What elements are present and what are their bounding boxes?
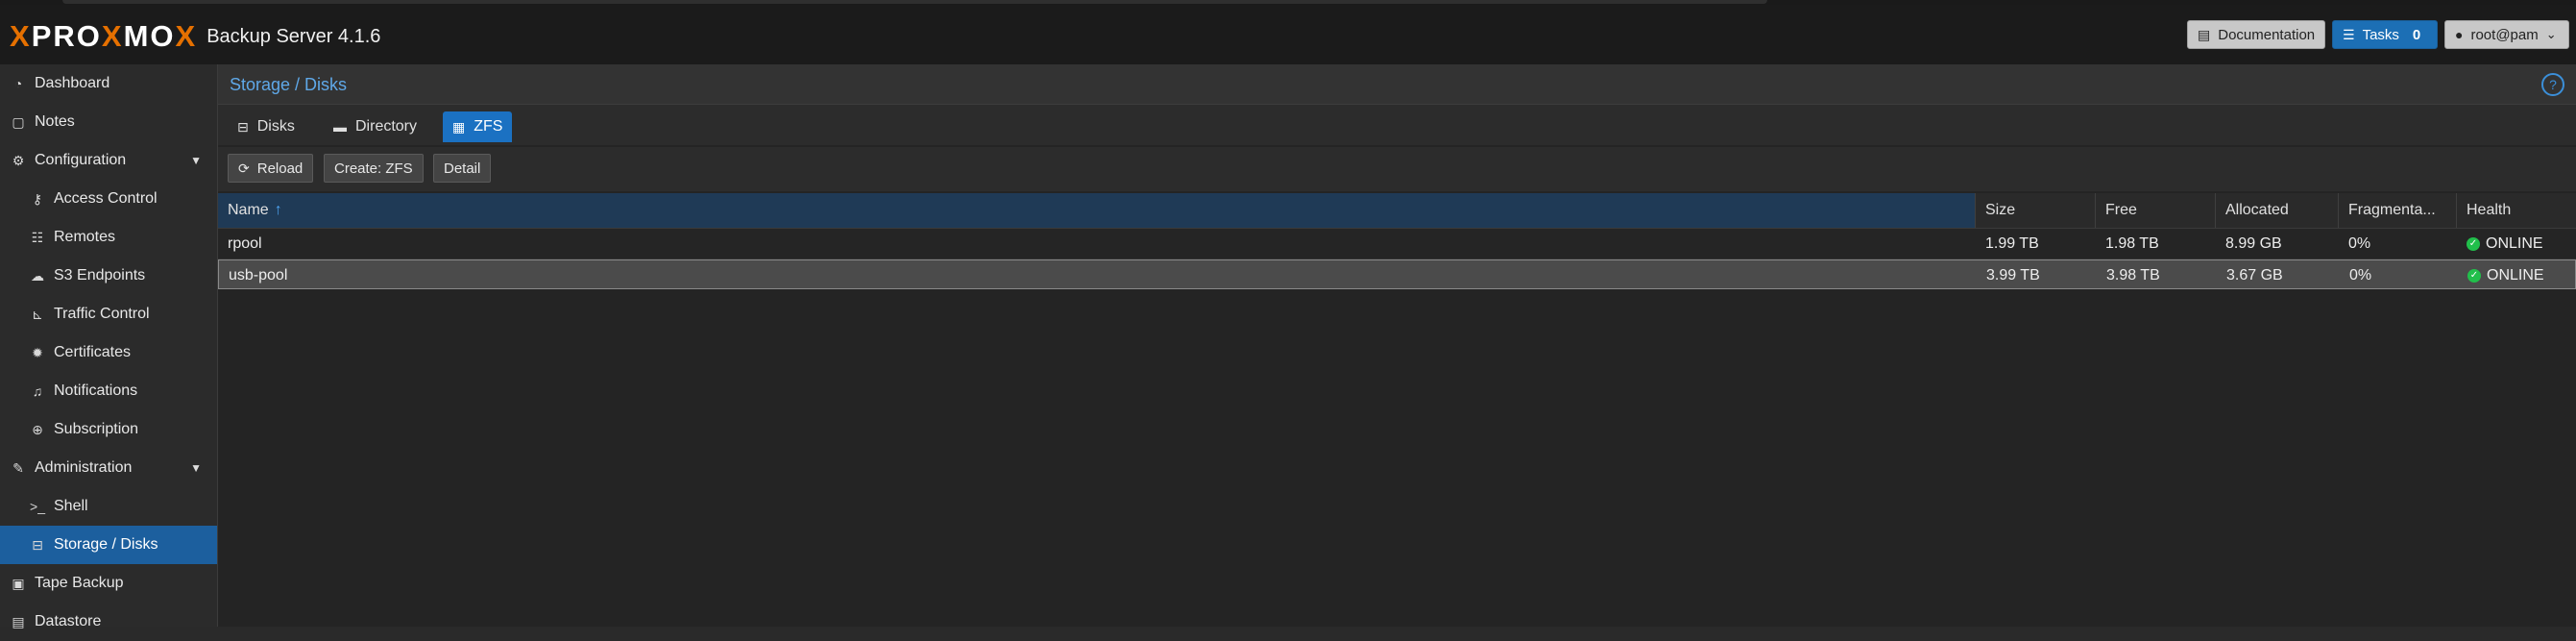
cell-size: 1.99 TB [1985, 234, 2039, 252]
sidebar-item-storage-disks[interactable]: ⊟ Storage / Disks [0, 526, 217, 564]
cell-health: ✓ ONLINE [2458, 260, 2576, 290]
cell-fragmentation: 0% [2348, 234, 2371, 252]
support-icon: ⊕ [32, 421, 43, 437]
table-row[interactable]: rpool 1.99 TB 1.98 TB 8.99 GB 0% ✓ ONLINE [218, 229, 2576, 259]
cell-free: 1.98 TB [2105, 234, 2159, 252]
detail-button[interactable]: Detail [433, 154, 492, 183]
sidebar-item-shell[interactable]: >_ Shell [0, 487, 217, 526]
tab-bar: ⊟ Disks ▬ Directory ▦ ZFS [218, 105, 2576, 145]
user-label: root@pam [2470, 26, 2539, 43]
hdd-icon: ⊟ [32, 536, 43, 553]
product-title: Backup Server 4.1.6 [207, 26, 381, 47]
documentation-button[interactable]: ▤ Documentation [2187, 20, 2325, 49]
help-icon[interactable]: ? [2541, 73, 2564, 96]
certificate-icon: ✹ [32, 344, 43, 360]
tape-icon: ▣ [12, 575, 25, 591]
grid-icon: ▦ [452, 118, 466, 135]
browser-bar [62, 0, 1767, 4]
sidebar-item-notifications[interactable]: ♫ Notifications [0, 372, 217, 410]
chart-icon: ⊾ [32, 306, 43, 322]
tab-zfs[interactable]: ▦ ZFS [443, 111, 513, 142]
sidebar-item-certificates[interactable]: ✹ Certificates [0, 333, 217, 372]
wrench-icon: ✎ [12, 459, 24, 476]
sidebar-item-access-control[interactable]: ⚷ Access Control [0, 180, 217, 218]
sidebar-item-subscription[interactable]: ⊕ Subscription [0, 410, 217, 449]
chevron-down-icon: ⌄ [2545, 27, 2557, 41]
sidebar-item-configuration[interactable]: ⚙ Configuration ▼ [0, 141, 217, 180]
sidebar-item-administration[interactable]: ✎ Administration ▼ [0, 449, 217, 487]
tasks-button[interactable]: ☰ Tasks 0 [2332, 20, 2438, 49]
sort-ascending-icon: ↑ [274, 202, 282, 218]
logo: XPROXMOX Backup Server 4.1.6 [10, 20, 380, 53]
cloud-upload-icon: ☁ [31, 267, 44, 284]
toolbar: ⟳ Reload Create: ZFS Detail [218, 147, 2576, 191]
database-icon: ▤ [12, 613, 25, 629]
check-circle-icon: ✓ [2467, 268, 2481, 283]
gears-icon: ⚙ [12, 152, 25, 168]
column-header-health[interactable]: Health [2457, 193, 2576, 228]
sidebar-item-traffic-control[interactable]: ⊾ Traffic Control [0, 295, 217, 333]
server-icon: ☷ [31, 229, 44, 245]
table-row[interactable]: usb-pool 3.99 TB 3.98 TB 3.67 GB 0% ✓ ONL… [218, 259, 2576, 289]
create-zfs-button[interactable]: Create: ZFS [324, 154, 424, 183]
column-header-allocated[interactable]: Allocated [2216, 193, 2339, 228]
hdd-icon: ⊟ [237, 118, 249, 135]
folder-icon: ▬ [333, 119, 347, 135]
column-header-free[interactable]: Free [2096, 193, 2216, 228]
cell-name: usb-pool [229, 266, 288, 284]
check-circle-icon: ✓ [2467, 236, 2480, 251]
cell-health: ✓ ONLINE [2457, 229, 2576, 259]
bell-icon: ♫ [32, 383, 43, 399]
column-header-fragmentation[interactable]: Fragmenta... [2339, 193, 2457, 228]
brand-logo: XPROXMOX [10, 19, 198, 53]
cell-allocated: 3.67 GB [2226, 266, 2283, 284]
cell-free: 3.98 TB [2106, 266, 2160, 284]
user-icon: ● [2455, 27, 2464, 42]
cell-fragmentation: 0% [2349, 266, 2372, 284]
app-header: XPROXMOX Backup Server 4.1.6 ▤ Documenta… [0, 5, 2576, 65]
key-icon: ⚷ [32, 190, 43, 207]
cell-name: rpool [228, 234, 262, 252]
user-menu-button[interactable]: ● root@pam ⌄ [2444, 20, 2569, 49]
list-icon: ☰ [2343, 26, 2355, 42]
sidebar-item-tape-backup[interactable]: ▣ Tape Backup [0, 564, 217, 603]
documentation-label: Documentation [2218, 26, 2316, 43]
terminal-icon: >_ [30, 499, 45, 514]
sidebar-item-dashboard[interactable]: ◔ Dashboard [0, 64, 217, 103]
cell-size: 3.99 TB [1986, 266, 2040, 284]
expand-arrow-icon[interactable]: ▼ [190, 461, 202, 475]
tasks-count-badge: 0 [2412, 26, 2421, 43]
sidebar-item-notes[interactable]: ▢ Notes [0, 103, 217, 141]
tab-disks[interactable]: ⊟ Disks [228, 111, 304, 142]
sidebar-item-s3-endpoints[interactable]: ☁ S3 Endpoints [0, 257, 217, 295]
dashboard-icon: ◔ [13, 76, 23, 91]
expand-arrow-icon[interactable]: ▼ [190, 154, 202, 167]
tab-directory[interactable]: ▬ Directory [324, 111, 426, 142]
sidebar-item-remotes[interactable]: ☷ Remotes [0, 218, 217, 257]
page-title: Storage / Disks [230, 75, 348, 94]
column-header-name[interactable]: Name ↑ [218, 193, 1976, 228]
main-panel: Storage / Disks ? ⊟ Disks ▬ Directory ▦ ZFS… [218, 64, 2576, 627]
sidebar: ◔ Dashboard ▢ Notes ⚙ Configuration ▼ ⚷ Acces… [0, 64, 218, 629]
cell-allocated: 8.99 GB [2225, 234, 2282, 252]
sidebar-item-datastore[interactable]: ▤ Datastore [0, 603, 217, 641]
book-icon: ▤ [2198, 26, 2211, 42]
reload-button[interactable]: ⟳ Reload [228, 154, 314, 183]
grid-header: Name ↑ Size Free Allocated Fragmenta... H… [218, 193, 2576, 229]
column-header-size[interactable]: Size [1976, 193, 2096, 228]
refresh-icon: ⟳ [238, 160, 250, 176]
tasks-label: Tasks [2362, 26, 2399, 43]
notes-icon: ▢ [12, 113, 25, 130]
panel-header: Storage / Disks ? [218, 64, 2576, 105]
